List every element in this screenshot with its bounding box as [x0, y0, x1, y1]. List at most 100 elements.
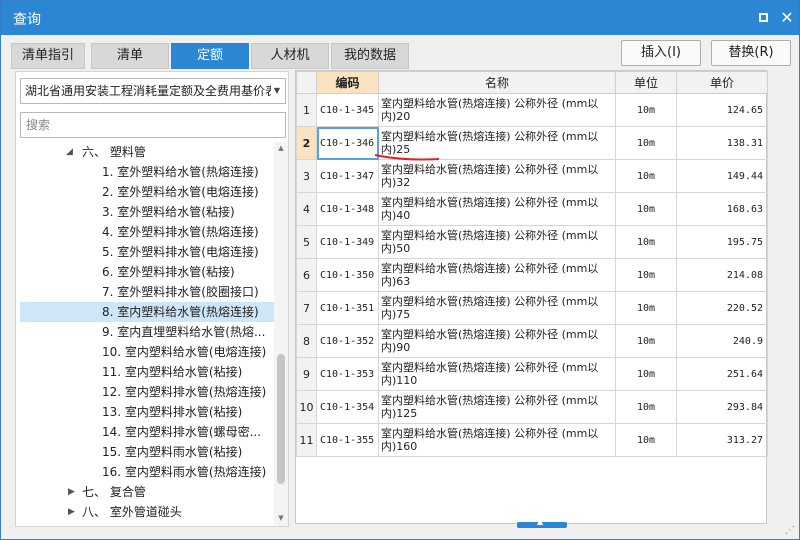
name-cell[interactable]: 室内塑料给水管(热熔连接) 公称外径 (mm以内)160 — [378, 423, 616, 457]
code-cell[interactable]: C10-1-350 — [316, 258, 379, 292]
tree-item[interactable]: 3. 室外塑料给水管(粘接) — [20, 202, 274, 222]
unit-cell[interactable]: 10m — [615, 93, 677, 127]
scroll-thumb[interactable] — [277, 354, 285, 484]
table-row[interactable]: 4 C10-1-348 室内塑料给水管(热熔连接) 公称外径 (mm以内)40 10m… — [296, 192, 768, 226]
unit-cell[interactable]: 10m — [615, 423, 677, 457]
tree-item[interactable]: 7. 室外塑料排水管(胶圈接口) — [20, 282, 274, 302]
price-cell[interactable]: 293.84 — [676, 390, 768, 424]
tree-item[interactable]: 9. 室内直埋塑料给水管(热熔... — [20, 322, 274, 342]
price-cell[interactable]: 149.44 — [676, 159, 768, 193]
code-cell[interactable]: C10-1-351 — [316, 291, 379, 325]
table-row[interactable]: 11 C10-1-355 室内塑料给水管(热熔连接) 公称外径 (mm以内)160 1… — [296, 423, 768, 457]
title-bar[interactable]: 查询 ✕ — [1, 1, 799, 35]
tree-group[interactable]: ▶ 七、 复合管 — [20, 482, 274, 502]
tab-quota[interactable]: 定额 — [171, 43, 249, 69]
name-cell[interactable]: 室内塑料给水管(热熔连接) 公称外径 (mm以内)75 — [378, 291, 616, 325]
price-cell[interactable]: 214.08 — [676, 258, 768, 292]
scroll-down-icon[interactable]: ▼ — [276, 514, 286, 524]
tree-item[interactable]: 15. 室内塑料雨水管(粘接) — [20, 442, 274, 462]
table-row[interactable]: 8 C10-1-352 室内塑料给水管(热熔连接) 公称外径 (mm以内)90 10m… — [296, 324, 768, 358]
table-row[interactable]: 10 C10-1-354 室内塑料给水管(热熔连接) 公称外径 (mm以内)125 1… — [296, 390, 768, 424]
insert-button[interactable]: 插入(I) — [621, 40, 701, 66]
name-cell[interactable]: 室内塑料给水管(热熔连接) 公称外径 (mm以内)50 — [378, 225, 616, 259]
row-number[interactable]: 7 — [296, 291, 317, 325]
price-cell[interactable]: 220.52 — [676, 291, 768, 325]
table-row[interactable]: 9 C10-1-353 室内塑料给水管(热熔连接) 公称外径 (mm以内)110 10… — [296, 357, 768, 391]
tree-item[interactable]: 4. 室外塑料排水管(热熔连接) — [20, 222, 274, 242]
tree-item[interactable]: 11. 室内塑料给水管(粘接) — [20, 362, 274, 382]
unit-cell[interactable]: 10m — [615, 357, 677, 391]
chevron-up-icon[interactable]: ▲ — [537, 517, 543, 526]
unit-cell[interactable]: 10m — [615, 126, 677, 160]
code-column-header[interactable]: 编码 — [316, 71, 379, 94]
tree-item[interactable]: 6. 室外塑料排水管(粘接) — [20, 262, 274, 282]
tab-list[interactable]: 清单 — [91, 43, 169, 69]
tree-item[interactable]: 12. 室内塑料排水管(热熔连接) — [20, 382, 274, 402]
table-row[interactable]: 5 C10-1-349 室内塑料给水管(热熔连接) 公称外径 (mm以内)50 10m… — [296, 225, 768, 259]
table-row[interactable]: 6 C10-1-350 室内塑料给水管(热熔连接) 公称外径 (mm以内)63 10m… — [296, 258, 768, 292]
row-number[interactable]: 6 — [296, 258, 317, 292]
row-number[interactable]: 2 — [296, 126, 317, 160]
code-cell[interactable]: C10-1-355 — [316, 423, 379, 457]
tree-item[interactable]: 1. 室外塑料给水管(热熔连接) — [20, 162, 274, 182]
scroll-up-icon[interactable]: ▲ — [276, 144, 286, 154]
row-number[interactable]: 1 — [296, 93, 317, 127]
tab-labor-material-machine[interactable]: 人材机 — [251, 43, 329, 69]
name-column-header[interactable]: 名称 — [378, 71, 616, 94]
code-cell[interactable]: C10-1-353 — [316, 357, 379, 391]
replace-button[interactable]: 替换(R) — [711, 40, 791, 66]
tree-item[interactable]: 14. 室内塑料排水管(螺母密... — [20, 422, 274, 442]
name-cell[interactable]: 室内塑料给水管(热熔连接) 公称外径 (mm以内)20 — [378, 93, 616, 127]
unit-cell[interactable]: 10m — [615, 324, 677, 358]
table-row[interactable]: 2 C10-1-346 室内塑料给水管(热熔连接) 公称外径 (mm以内)25 10m… — [296, 126, 768, 160]
name-cell[interactable]: 室内塑料给水管(热熔连接) 公称外径 (mm以内)110 — [378, 357, 616, 391]
code-cell[interactable]: C10-1-347 — [316, 159, 379, 193]
close-icon[interactable]: ✕ — [777, 8, 797, 28]
table-row[interactable]: 1 C10-1-345 室内塑料给水管(热熔连接) 公称外径 (mm以内)20 10m… — [296, 93, 768, 127]
tree-item[interactable]: 10. 室内塑料给水管(电熔连接) — [20, 342, 274, 362]
tree-item[interactable]: 2. 室外塑料给水管(电熔连接) — [20, 182, 274, 202]
name-cell[interactable]: 室内塑料给水管(热熔连接) 公称外径 (mm以内)90 — [378, 324, 616, 358]
unit-cell[interactable]: 10m — [615, 291, 677, 325]
quota-library-select[interactable]: 湖北省通用安装工程消耗量定额及全费用基价表 ▼ — [20, 78, 286, 104]
expanded-arrow-icon[interactable]: ◢ — [66, 142, 73, 162]
row-number[interactable]: 11 — [296, 423, 317, 457]
price-cell[interactable]: 251.64 — [676, 357, 768, 391]
price-cell[interactable]: 313.27 — [676, 423, 768, 457]
collapsed-arrow-icon[interactable]: ▶ — [68, 502, 75, 522]
tree-item[interactable]: 5. 室外塑料排水管(电熔连接) — [20, 242, 274, 262]
search-input[interactable] — [20, 112, 286, 138]
panel-collapse-handle[interactable]: ▲ — [517, 517, 567, 528]
tree-item[interactable]: 13. 室内塑料排水管(粘接) — [20, 402, 274, 422]
price-cell[interactable]: 138.31 — [676, 126, 768, 160]
name-cell[interactable]: 室内塑料给水管(热熔连接) 公称外径 (mm以内)125 — [378, 390, 616, 424]
tree-group[interactable]: ◢ 六、 塑料管 — [20, 142, 274, 162]
row-number[interactable]: 10 — [296, 390, 317, 424]
unit-cell[interactable]: 10m — [615, 225, 677, 259]
row-number[interactable]: 4 — [296, 192, 317, 226]
price-cell[interactable]: 195.75 — [676, 225, 768, 259]
code-cell[interactable]: C10-1-346 — [316, 126, 379, 160]
code-cell[interactable]: C10-1-354 — [316, 390, 379, 424]
price-cell[interactable]: 168.63 — [676, 192, 768, 226]
tab-list-guide[interactable]: 清单指引 — [11, 43, 85, 69]
row-number[interactable]: 9 — [296, 357, 317, 391]
tree-item[interactable]: 16. 室内塑料雨水管(热熔连接) — [20, 462, 274, 482]
chevron-down-icon[interactable]: ▼ — [274, 79, 280, 103]
tree-scrollbar[interactable]: ▲ ▼ — [274, 142, 288, 526]
tab-my-data[interactable]: 我的数据 — [331, 43, 409, 69]
resize-grip-icon[interactable]: ⋰ — [785, 525, 797, 537]
unit-column-header[interactable]: 单位 — [615, 71, 677, 94]
price-column-header[interactable]: 单价 — [676, 71, 768, 94]
row-number[interactable]: 5 — [296, 225, 317, 259]
unit-cell[interactable]: 10m — [615, 258, 677, 292]
row-number[interactable]: 3 — [296, 159, 317, 193]
collapsed-arrow-icon[interactable]: ▶ — [68, 482, 75, 502]
name-cell[interactable]: 室内塑料给水管(热熔连接) 公称外径 (mm以内)63 — [378, 258, 616, 292]
maximize-icon[interactable] — [753, 8, 773, 28]
code-cell[interactable]: C10-1-345 — [316, 93, 379, 127]
code-cell[interactable]: C10-1-349 — [316, 225, 379, 259]
table-row[interactable]: 3 C10-1-347 室内塑料给水管(热熔连接) 公称外径 (mm以内)32 10m… — [296, 159, 768, 193]
tree-item[interactable]: 8. 室内塑料给水管(热熔连接) — [20, 302, 274, 322]
price-cell[interactable]: 124.65 — [676, 93, 768, 127]
